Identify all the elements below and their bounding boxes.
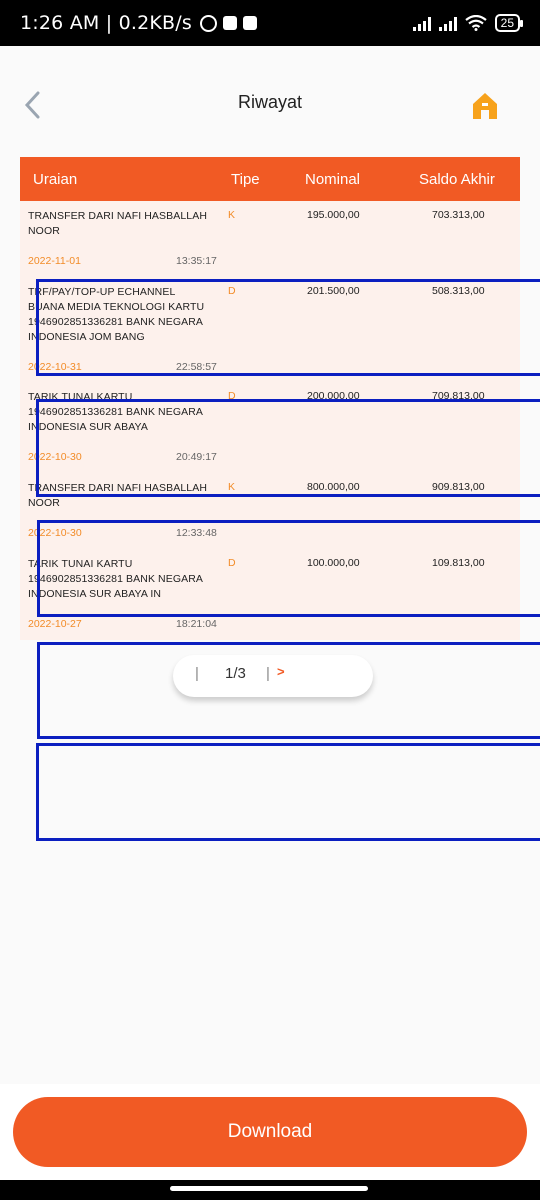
- home-icon[interactable]: [472, 92, 498, 120]
- status-right: 25: [412, 14, 524, 32]
- highlight-box: [36, 399, 540, 497]
- home-gesture-handle[interactable]: [170, 1186, 368, 1191]
- column-header-tipe: Tipe: [231, 171, 260, 188]
- row-saldo: 703.313,00: [432, 209, 485, 221]
- row-nominal: 195.000,00: [307, 209, 360, 221]
- battery-icon: 25: [494, 14, 524, 32]
- app-notification-icon: [243, 16, 257, 30]
- header: Riwayat: [0, 46, 540, 142]
- highlight-box: [37, 520, 540, 617]
- highlight-box: [36, 279, 540, 376]
- page-title: Riwayat: [237, 92, 303, 112]
- highlight-box: [37, 642, 540, 739]
- row-time: 13:35:17: [176, 255, 217, 267]
- app-notification-icon: [223, 16, 237, 30]
- status-notification-icons: [200, 14, 257, 32]
- highlight-box: [36, 743, 540, 841]
- row-time: 18:21:04: [176, 618, 217, 630]
- table-header: Uraian Tipe Nominal Saldo Akhir: [20, 157, 520, 201]
- status-bar: 1:26 AM | 0.2KB/s 25: [0, 0, 540, 46]
- download-button[interactable]: Download: [13, 1097, 527, 1167]
- alarm-icon: [200, 14, 217, 32]
- navigation-bar: [0, 1180, 540, 1200]
- status-time: 1:26 AM | 0.2KB/s: [20, 12, 192, 34]
- wifi-icon: [464, 15, 487, 31]
- row-tipe: K: [228, 209, 236, 221]
- row-description: TRANSFER DARI NAFI HASBALLAH NOOR: [28, 210, 208, 237]
- column-header-saldo: Saldo Akhir: [419, 171, 495, 188]
- column-header-uraian: Uraian: [33, 171, 78, 188]
- download-area: Download: [0, 1084, 540, 1180]
- row-date: 2022-11-01: [28, 255, 81, 267]
- signal-icon: [438, 15, 457, 31]
- row-date: 2022-10-27: [28, 618, 82, 630]
- column-header-nominal: Nominal: [305, 171, 361, 188]
- signal-icon: [412, 15, 431, 31]
